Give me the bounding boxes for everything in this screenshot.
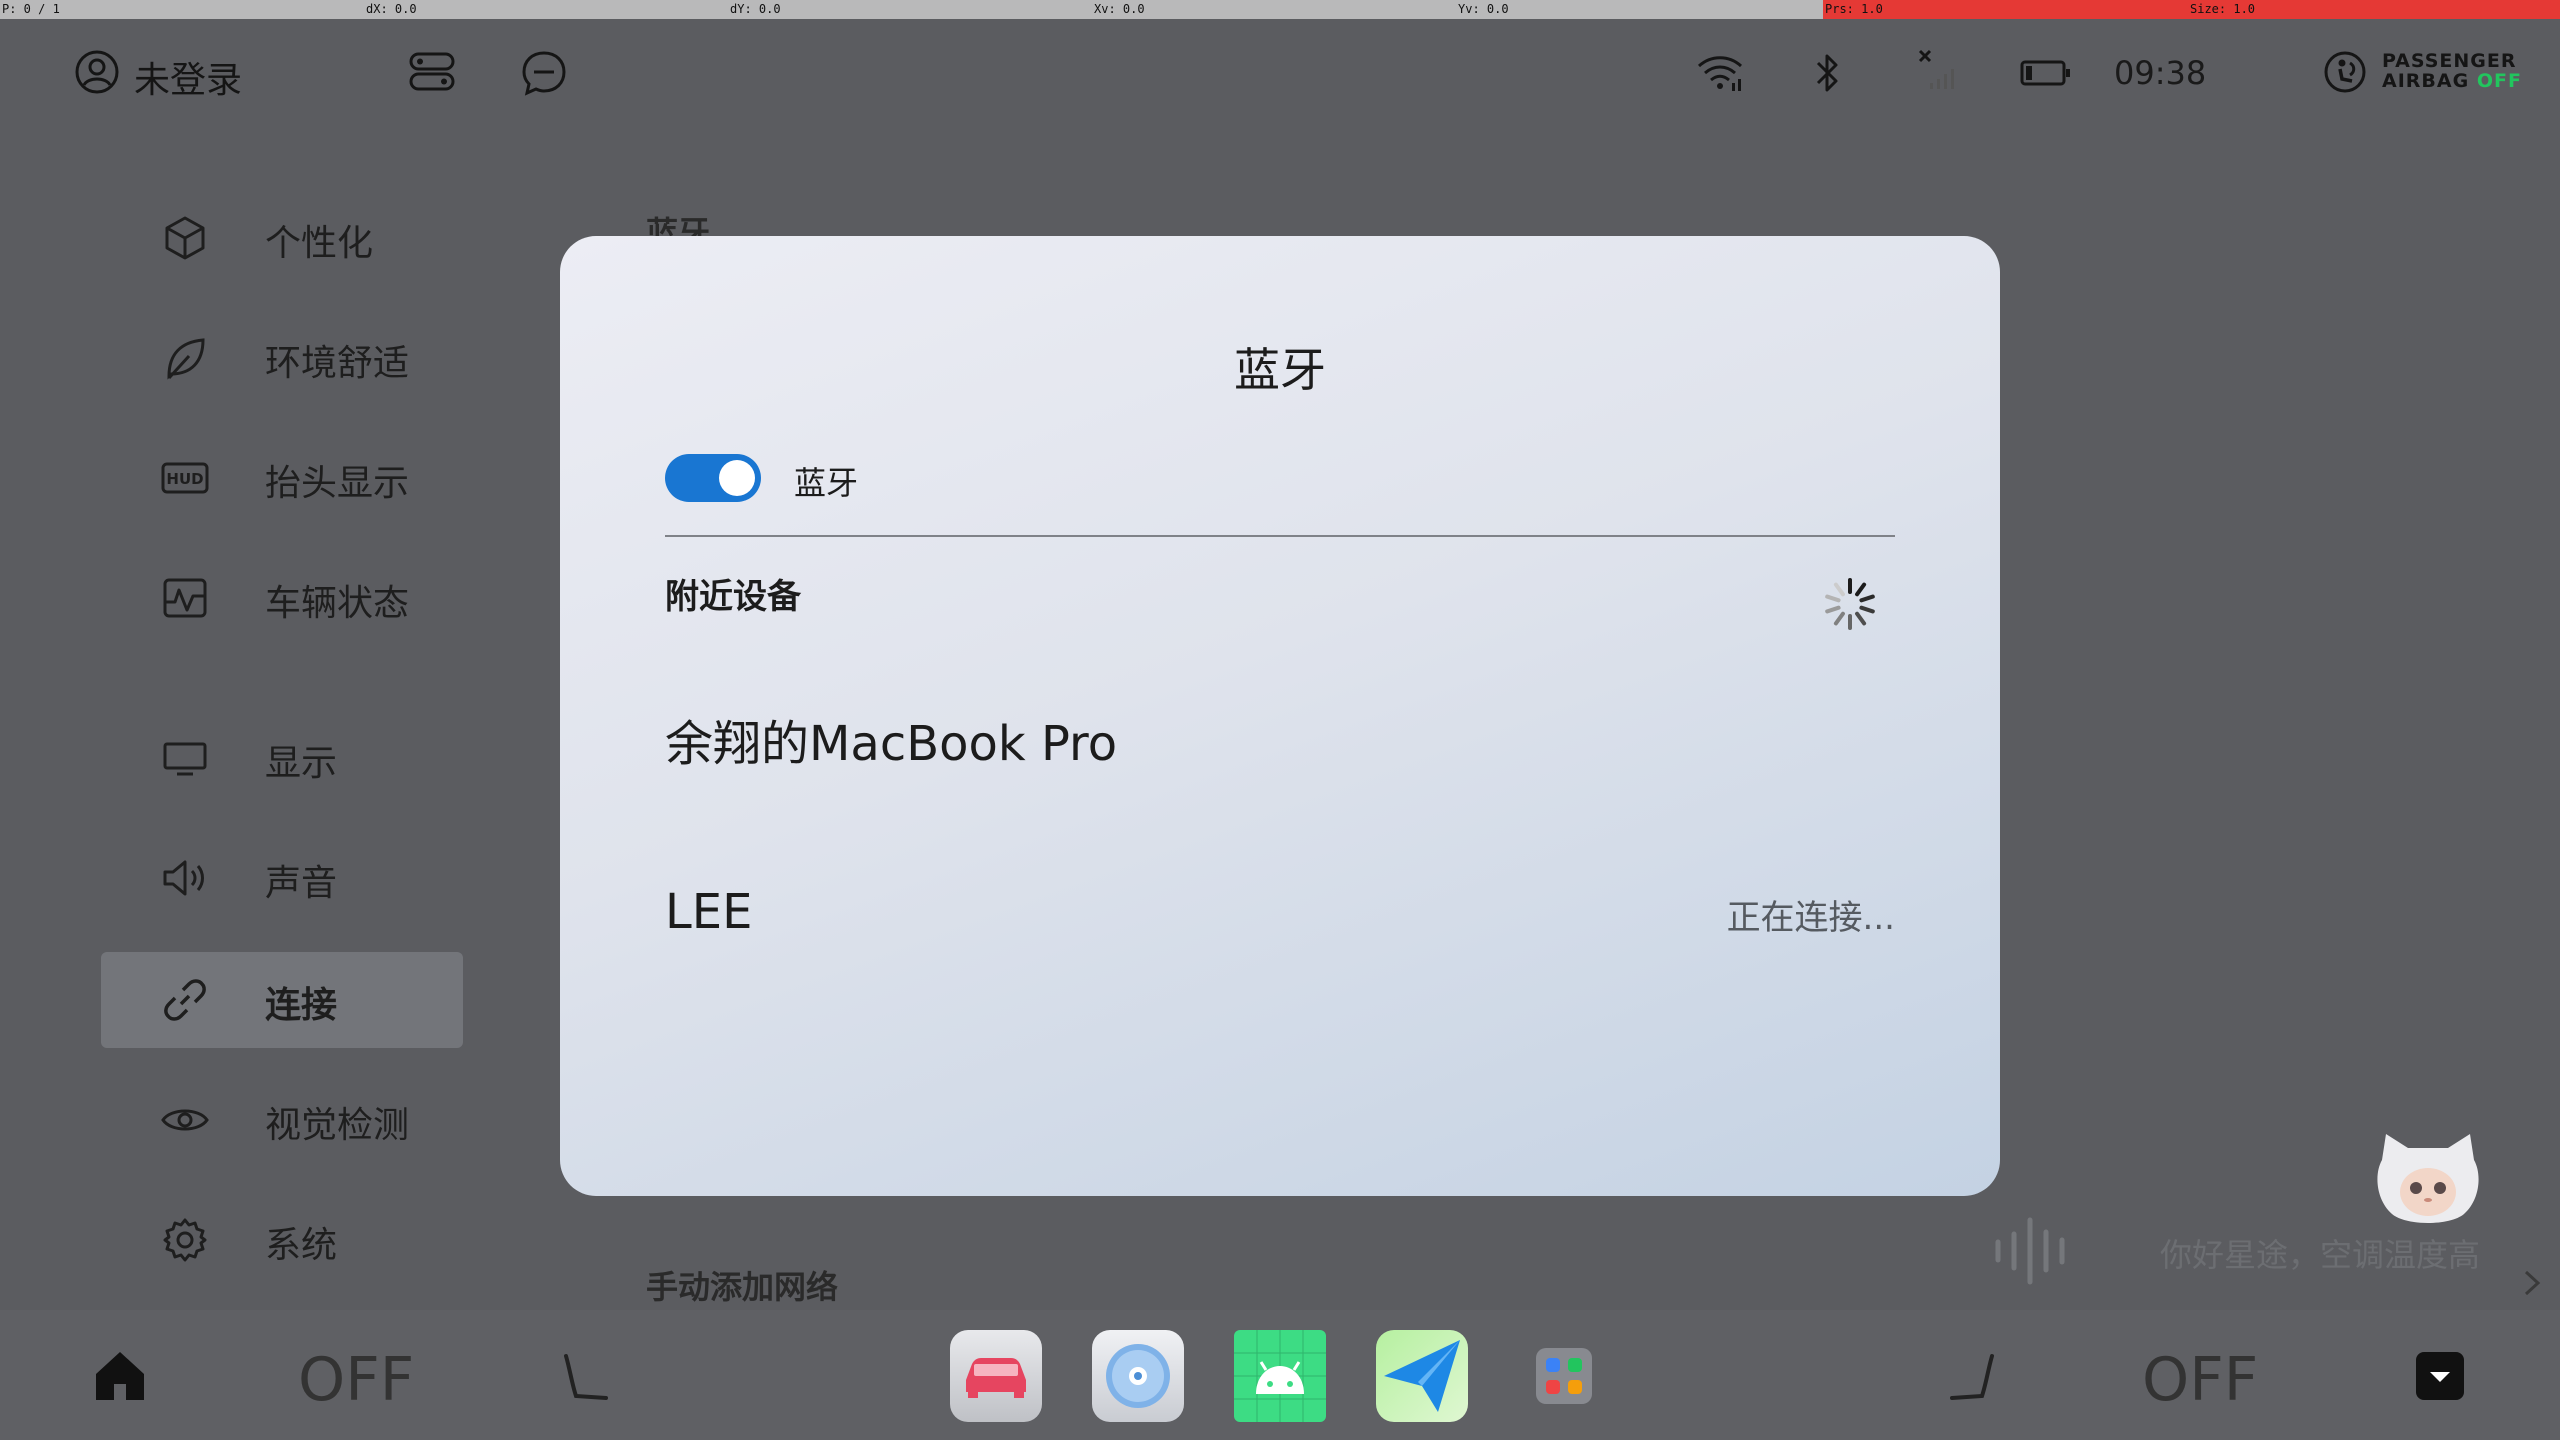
sidebar-item-label: 显示 xyxy=(265,743,338,784)
hud-icon: HUD xyxy=(161,454,209,502)
toggle-knob xyxy=(719,460,755,496)
gear-icon xyxy=(161,1216,209,1264)
sidebar-item-hud[interactable]: HUD 抬头显示 xyxy=(101,430,463,526)
airbag-line1: PASSENGER xyxy=(2382,50,2517,72)
sidebar-item-label: 声音 xyxy=(265,863,338,904)
device-item-lee[interactable]: LEE xyxy=(665,884,752,940)
debug-yv: Yv: 0.0 xyxy=(1458,2,1509,16)
passenger-airbag-indicator: PASSENGER AIRBAG OFF xyxy=(2382,51,2522,91)
app-grid-icon[interactable] xyxy=(1518,1330,1610,1422)
divider xyxy=(665,535,1895,537)
eye-icon xyxy=(161,1096,209,1144)
debug-dy: dY: 0.0 xyxy=(730,2,781,16)
debug-xv: Xv: 0.0 xyxy=(1094,2,1145,16)
speaker-icon xyxy=(161,854,209,902)
sidebar-item-display[interactable]: 显示 xyxy=(101,710,463,806)
nearby-devices-label: 附近设备 xyxy=(665,577,801,617)
sidebar-item-personalization[interactable]: 个性化 xyxy=(101,190,463,286)
no-signal-icon xyxy=(1916,47,1962,91)
navigation-app-icon[interactable] xyxy=(1376,1330,1468,1422)
assistant-mascot[interactable] xyxy=(2368,1130,2488,1234)
status-bar: 未登录 09:38 PASSENGER AIRBAG OFF xyxy=(0,19,2560,129)
airbag-state: OFF xyxy=(2476,70,2522,92)
assistant-hint-text: 你好星途，空调温度高 xyxy=(2160,1236,2481,1274)
device-item-macbook[interactable]: 余翔的MacBook Pro xyxy=(665,704,1117,774)
airbag-icon xyxy=(2322,49,2368,95)
sidebar-item-comfort[interactable]: 环境舒适 xyxy=(101,310,463,406)
android-app-icon[interactable] xyxy=(1234,1330,1326,1422)
monitor-icon xyxy=(161,734,209,782)
chat-bubble-icon[interactable] xyxy=(520,49,568,97)
sidebar-item-connection[interactable]: 连接 xyxy=(101,952,463,1048)
home-icon[interactable] xyxy=(92,1348,148,1404)
airbag-line2: AIRBAG xyxy=(2382,70,2470,92)
battery-icon xyxy=(2020,59,2072,87)
bluetooth-toggle[interactable] xyxy=(665,454,761,502)
cube-icon xyxy=(161,214,209,262)
sidebar-item-label: 连接 xyxy=(265,985,338,1026)
login-status-label[interactable]: 未登录 xyxy=(134,51,242,103)
device-connecting-status: 正在连接... xyxy=(1726,898,1895,938)
sidebar-item-sound[interactable]: 声音 xyxy=(101,830,463,926)
bottom-dock: OFF OFF xyxy=(0,1310,2560,1440)
leaf-icon xyxy=(161,334,209,382)
sidebar-item-label: 个性化 xyxy=(265,223,374,264)
left-seat-icon[interactable] xyxy=(560,1350,612,1406)
debug-pressure: Prs: 1.0 xyxy=(1825,2,1883,16)
clock: 09:38 xyxy=(2114,54,2207,92)
debug-pointer-count: P: 0 / 1 xyxy=(2,2,60,16)
manual-add-network[interactable]: 手动添加网络 xyxy=(646,1262,838,1308)
bluetooth-icon xyxy=(1814,49,1842,97)
chevron-right-icon[interactable] xyxy=(2520,1266,2544,1300)
car-app-icon[interactable] xyxy=(950,1330,1042,1422)
svg-text:HUD: HUD xyxy=(166,470,203,488)
dropdown-icon[interactable] xyxy=(2416,1352,2464,1400)
bluetooth-toggle-label: 蓝牙 xyxy=(794,464,859,502)
right-seat-fan-status[interactable]: OFF xyxy=(2142,1345,2258,1415)
sidebar-item-system[interactable]: 系统 xyxy=(101,1192,463,1288)
sidebar-item-label: 抬头显示 xyxy=(265,463,410,504)
pointer-debug-bar: P: 0 / 1 dX: 0.0 dY: 0.0 Xv: 0.0 Yv: 0.0… xyxy=(0,0,2560,19)
toggle-list-icon[interactable] xyxy=(408,51,456,93)
vehicle-status-icon xyxy=(161,574,209,622)
debug-dx: dX: 0.0 xyxy=(366,2,417,16)
music-disc-app-icon[interactable] xyxy=(1092,1330,1184,1422)
sidebar-item-vision[interactable]: 视觉检测 xyxy=(101,1072,463,1168)
link-icon xyxy=(161,976,209,1024)
bluetooth-dialog: 蓝牙 蓝牙 附近设备 余翔的MacBook Pro LEE 正在连接... xyxy=(560,236,2000,1196)
dialog-title: 蓝牙 xyxy=(1234,343,1326,397)
right-seat-icon[interactable] xyxy=(1946,1350,1998,1406)
sidebar-item-label: 视觉检测 xyxy=(265,1105,410,1146)
sidebar-item-label: 环境舒适 xyxy=(265,343,410,384)
user-circle-icon[interactable] xyxy=(74,49,120,95)
voice-wave-icon xyxy=(1990,1216,2090,1286)
sidebar-item-label: 系统 xyxy=(265,1225,338,1266)
debug-size: Size: 1.0 xyxy=(2190,2,2256,16)
sidebar-item-vehicle-status[interactable]: 车辆状态 xyxy=(101,550,463,646)
sidebar-item-label: 车辆状态 xyxy=(265,583,410,624)
wifi-icon xyxy=(1696,53,1744,93)
loading-spinner-icon xyxy=(1822,576,1878,632)
left-seat-fan-status[interactable]: OFF xyxy=(298,1345,414,1415)
